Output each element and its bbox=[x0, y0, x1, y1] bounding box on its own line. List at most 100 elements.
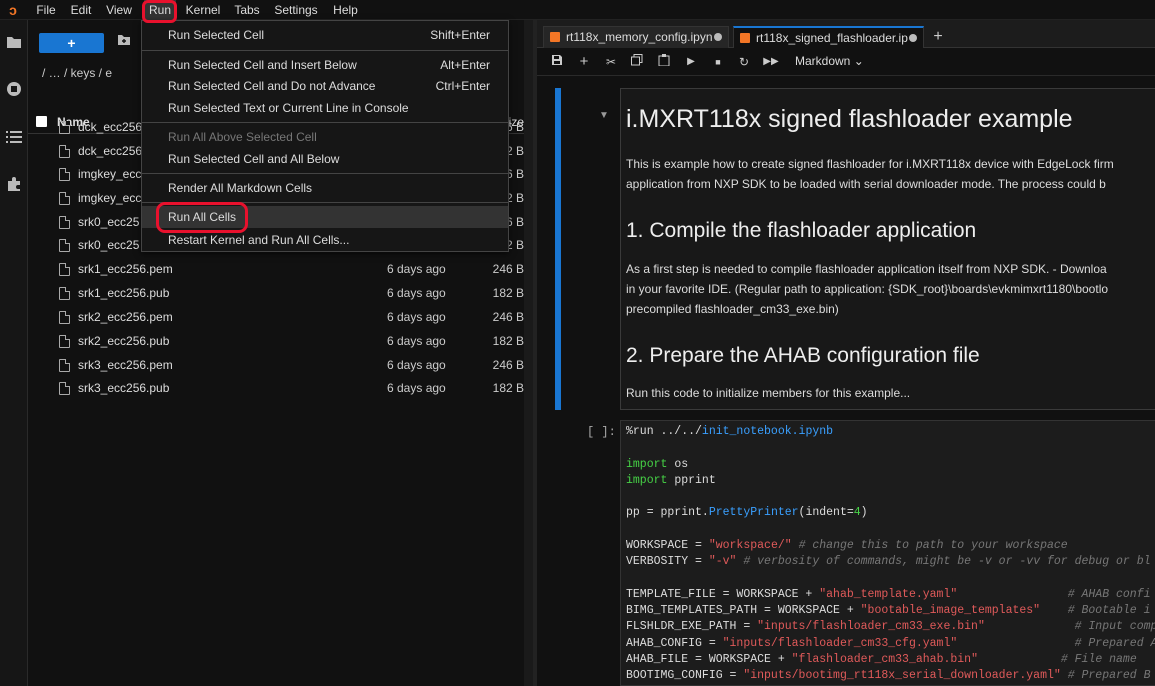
menu-item-run-and-insert-below[interactable]: Run Selected Cell and Insert Below Alt+E… bbox=[142, 54, 508, 76]
section-paragraph-line: As a first step is needed to compile fla… bbox=[626, 262, 1107, 276]
code-line: TEMPLATE_FILE = WORKSPACE + "ahab_templa… bbox=[626, 588, 1151, 601]
save-icon[interactable] bbox=[549, 54, 565, 70]
file-icon bbox=[59, 145, 70, 158]
file-row[interactable]: srk2_ecc256.pem 6 days ago 246 B bbox=[28, 306, 533, 330]
menu-item-run-all-above: Run All Above Selected Cell bbox=[142, 126, 508, 148]
extensions-puzzle-icon[interactable] bbox=[4, 176, 24, 196]
file-icon bbox=[59, 216, 70, 229]
section-paragraph-line: Run this code to initialize members for … bbox=[626, 386, 911, 400]
add-tab-icon[interactable]: + bbox=[928, 27, 948, 47]
code-line: AHAB_FILE = WORKSPACE + "flashloader_cm3… bbox=[626, 653, 1137, 666]
menu-edit[interactable]: Edit bbox=[64, 0, 98, 20]
file-size: 182 B bbox=[492, 286, 524, 300]
new-launcher-button[interactable]: + bbox=[39, 33, 104, 53]
file-icon bbox=[59, 239, 70, 252]
menu-item-run-selected-cell[interactable]: Run Selected Cell Shift+Enter bbox=[142, 24, 508, 46]
unsaved-dot-icon[interactable] bbox=[714, 33, 722, 41]
menu-item-label: Render All Markdown Cells bbox=[168, 181, 313, 195]
menu-item-label: Run Selected Cell bbox=[168, 28, 265, 42]
file-row[interactable]: srk1_ecc256.pem 6 days ago 246 B bbox=[28, 258, 533, 282]
file-row[interactable]: srk3_ecc256.pem 6 days ago 246 B bbox=[28, 354, 533, 378]
code-line: VERBOSITY = "-v" # verbosity of commands… bbox=[626, 555, 1151, 568]
file-name: dck_ecc256. bbox=[78, 120, 146, 134]
code-line: BOOTIMG_CONFIG = "inputs/bootimg_rt118x_… bbox=[626, 669, 1151, 682]
menu-kernel[interactable]: Kernel bbox=[180, 0, 226, 20]
code-line: FLSHLDR_EXE_PATH = "inputs/flashloader_c… bbox=[626, 620, 1155, 633]
file-browser-scrollbar[interactable] bbox=[524, 20, 533, 686]
file-name: srk2_ecc256.pem bbox=[78, 310, 173, 324]
file-name: srk0_ecc25 bbox=[78, 215, 140, 229]
copy-icon[interactable] bbox=[629, 54, 645, 70]
markdown-cell[interactable]: i.MXRT118x signed flashloader example Th… bbox=[620, 88, 1155, 410]
notebook-panel: rt118x_memory_config.ipyn rt118x_signed_… bbox=[537, 20, 1155, 686]
tab-memory-config[interactable]: rt118x_memory_config.ipyn bbox=[543, 26, 729, 48]
tab-label: rt118x_memory_config.ipyn bbox=[566, 30, 713, 44]
collapse-heading-icon[interactable]: ▼ bbox=[599, 110, 609, 121]
run-all-cells-highlight-outline bbox=[156, 202, 248, 233]
file-icon bbox=[59, 168, 70, 181]
file-icon bbox=[59, 121, 70, 134]
file-row[interactable]: srk2_ecc256.pub 6 days ago 182 B bbox=[28, 330, 533, 354]
menu-settings[interactable]: Settings bbox=[268, 0, 324, 20]
cut-icon[interactable]: ✂ bbox=[603, 54, 619, 70]
file-name: imgkey_ecc bbox=[78, 191, 142, 205]
menu-help[interactable]: Help bbox=[327, 0, 364, 20]
file-name: srk3_ecc256.pub bbox=[78, 381, 170, 395]
file-size: 182 B bbox=[492, 381, 524, 395]
menu-file[interactable]: File bbox=[30, 0, 62, 20]
new-folder-icon[interactable] bbox=[116, 34, 132, 50]
active-cell-indicator bbox=[555, 88, 561, 410]
menu-item-label: Run Selected Cell and All Below bbox=[168, 152, 340, 166]
file-modified: 6 days ago bbox=[387, 262, 446, 276]
breadcrumb[interactable]: / … / keys / e bbox=[42, 66, 112, 80]
file-icon bbox=[59, 287, 70, 300]
code-line: %run ../../init_notebook.ipynb bbox=[626, 425, 834, 438]
file-icon bbox=[59, 263, 70, 276]
menu-item-render-markdown[interactable]: Render All Markdown Cells bbox=[142, 177, 508, 199]
file-name: imgkey_ecc bbox=[78, 167, 142, 181]
restart-run-all-icon[interactable]: ▶▶ bbox=[763, 54, 779, 70]
file-modified: 6 days ago bbox=[387, 381, 446, 395]
file-name: srk3_ecc256.pem bbox=[78, 358, 173, 372]
run-cell-icon[interactable]: ▶ bbox=[683, 54, 699, 70]
code-line: import os bbox=[626, 458, 689, 471]
notebook-icon bbox=[740, 33, 750, 43]
code-cell[interactable]: %run ../../init_notebook.ipynb import os… bbox=[620, 420, 1155, 686]
cell-type-select[interactable]: Markdown ⌄ bbox=[795, 54, 864, 68]
table-of-contents-icon[interactable] bbox=[4, 129, 24, 149]
file-name: srk1_ecc256.pem bbox=[78, 262, 173, 276]
document-tabbar: rt118x_memory_config.ipyn rt118x_signed_… bbox=[537, 20, 1155, 48]
code-line: WORKSPACE = "workspace/" # change this t… bbox=[626, 539, 1068, 552]
file-modified: 6 days ago bbox=[387, 286, 446, 300]
menu-item-label: Run Selected Cell and Do not Advance bbox=[168, 79, 376, 93]
paste-icon[interactable] bbox=[656, 54, 672, 70]
section-paragraph-line: precompiled flashloader_cm33_exe.bin) bbox=[626, 302, 839, 316]
jupyterlab-window: ↄ File Edit View Run Kernel Tabs Setting… bbox=[0, 0, 1155, 686]
file-size: 246 B bbox=[492, 262, 524, 276]
file-size: 182 B bbox=[492, 334, 524, 348]
unsaved-dot-icon[interactable] bbox=[909, 34, 917, 42]
menu-divider bbox=[142, 50, 508, 51]
stop-kernel-icon[interactable]: ■ bbox=[710, 54, 726, 70]
file-name: dck_ecc256. bbox=[78, 144, 146, 158]
notebook-toolbar: + ✂ ▶ ■ ↻ ▶▶ Markdown ⌄ bbox=[537, 48, 1155, 76]
menu-view[interactable]: View bbox=[100, 0, 138, 20]
restart-kernel-icon[interactable]: ↻ bbox=[736, 54, 752, 70]
folder-icon[interactable] bbox=[4, 34, 24, 54]
run-menu-highlight-outline bbox=[142, 0, 177, 23]
menu-tabs[interactable]: Tabs bbox=[229, 0, 265, 20]
file-row[interactable]: srk3_ecc256.pub 6 days ago 182 B bbox=[28, 377, 533, 401]
menu-item-run-do-not-advance[interactable]: Run Selected Cell and Do not Advance Ctr… bbox=[142, 75, 508, 97]
file-modified: 6 days ago bbox=[387, 334, 446, 348]
file-row[interactable]: srk1_ecc256.pub 6 days ago 182 B bbox=[28, 282, 533, 306]
running-sessions-icon[interactable] bbox=[4, 81, 24, 101]
section-heading: 1. Compile the flashloader application bbox=[626, 219, 977, 242]
tab-signed-flashloader[interactable]: rt118x_signed_flashloader.ip bbox=[733, 26, 924, 48]
menu-item-run-in-console[interactable]: Run Selected Text or Current Line in Con… bbox=[142, 97, 508, 119]
code-line: import pprint bbox=[626, 474, 716, 487]
menu-item-run-selected-and-below[interactable]: Run Selected Cell and All Below bbox=[142, 148, 508, 170]
tab-label: rt118x_signed_flashloader.ip bbox=[756, 31, 908, 45]
intro-paragraph-line: application from NXP SDK to be loaded wi… bbox=[626, 177, 1106, 191]
menu-item-label: Run Selected Cell and Insert Below bbox=[168, 58, 357, 72]
insert-cell-icon[interactable]: + bbox=[576, 54, 592, 70]
